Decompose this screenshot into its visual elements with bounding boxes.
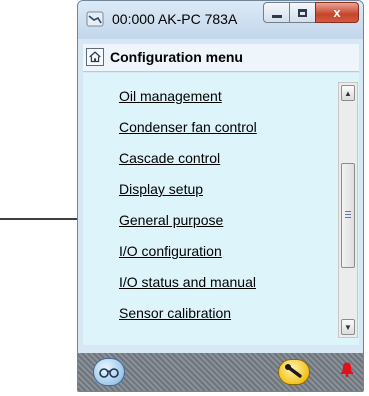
menu-title: Configuration menu xyxy=(110,49,243,65)
minimize-icon xyxy=(271,15,282,18)
glasses-button[interactable] xyxy=(93,358,125,386)
thumb-grip xyxy=(345,214,351,215)
scroll-up-button[interactable]: ▲ xyxy=(341,85,355,101)
close-button[interactable]: x xyxy=(315,2,359,23)
title-bar[interactable]: 00:000 AK-PC 783A x xyxy=(78,1,363,39)
maximize-button[interactable] xyxy=(289,2,316,23)
scroll-down-button[interactable]: ▼ xyxy=(341,319,355,335)
menu-item-io-configuration[interactable]: I/O configuration xyxy=(119,243,222,259)
minimize-button[interactable] xyxy=(263,2,290,23)
menu-list: Oil management Condenser fan control Cas… xyxy=(83,73,359,345)
menu-item-oil-management[interactable]: Oil management xyxy=(119,88,222,104)
menu-item-condenser-fan-control[interactable]: Condenser fan control xyxy=(119,119,257,135)
menu-item-io-status-and-manual[interactable]: I/O status and manual xyxy=(119,274,256,290)
vertical-scrollbar[interactable]: ▲ ▼ xyxy=(338,82,358,338)
window-controls: x xyxy=(263,2,359,24)
window-title: 00:000 AK-PC 783A xyxy=(112,11,238,27)
scroll-thumb[interactable] xyxy=(341,163,355,268)
menu-item-sensor-calibration[interactable]: Sensor calibration xyxy=(119,305,231,321)
menu-item-display-setup[interactable]: Display setup xyxy=(119,181,203,197)
close-icon: x xyxy=(333,5,341,20)
maximize-icon xyxy=(298,8,307,17)
wrench-icon xyxy=(285,364,302,378)
home-icon[interactable] xyxy=(86,48,104,66)
menu-item-general-purpose[interactable]: General purpose xyxy=(119,212,223,228)
status-bar xyxy=(78,353,363,391)
thumb-grip xyxy=(345,217,351,218)
wrench-button[interactable] xyxy=(278,359,310,385)
menu-item-cascade-control[interactable]: Cascade control xyxy=(119,150,220,166)
glasses-icon xyxy=(99,368,119,378)
app-window: 00:000 AK-PC 783A x Configuration menu O… xyxy=(77,0,364,392)
thumb-grip xyxy=(345,211,351,212)
menu-header: Configuration menu xyxy=(83,44,359,72)
connection-icon xyxy=(86,11,104,27)
alarm-bell-icon[interactable] xyxy=(339,359,355,377)
